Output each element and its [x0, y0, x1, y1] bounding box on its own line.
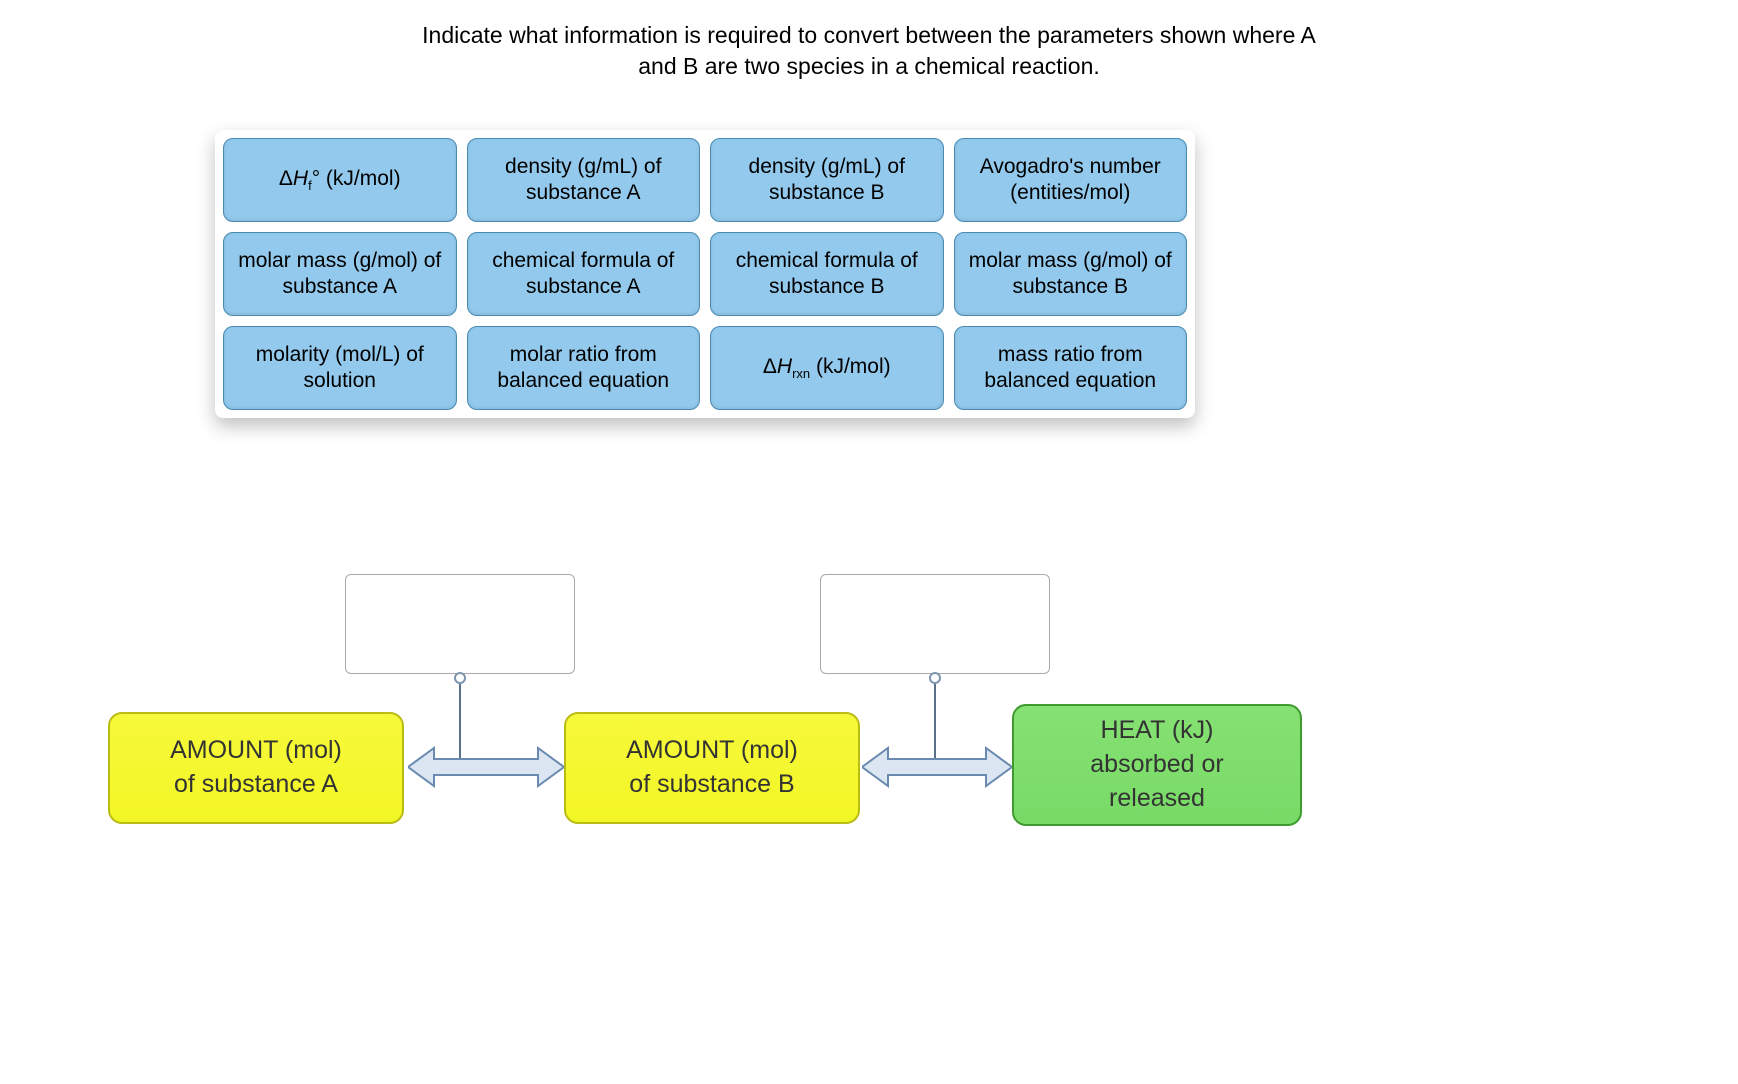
amount-b-box: AMOUNT (mol) of substance B — [564, 712, 860, 824]
choice-label: density (g/mL) of substance B — [721, 154, 933, 207]
drop-zone-1[interactable] — [345, 574, 575, 674]
choice-label: ΔHf° (kJ/mol) — [279, 166, 401, 194]
heat-line2: absorbed or — [1090, 750, 1223, 778]
choice-density-a[interactable]: density (g/mL) of substance A — [467, 138, 701, 222]
choices-grid: ΔHf° (kJ/mol) density (g/mL) of substanc… — [223, 138, 1187, 410]
choice-label: chemical formula of substance B — [721, 248, 933, 301]
choice-label: mass ratio from balanced equation — [965, 342, 1177, 395]
choice-label: ΔHrxn (kJ/mol) — [763, 354, 891, 382]
choice-label: molar mass (g/mol) of substance A — [234, 248, 446, 301]
question-line2: and B are two species in a chemical reac… — [638, 53, 1100, 79]
choice-label: molar ratio from balanced equation — [478, 342, 690, 395]
choice-label: chemical formula of substance A — [478, 248, 690, 301]
connector-pin-2 — [929, 672, 941, 684]
choice-density-b[interactable]: density (g/mL) of substance B — [710, 138, 944, 222]
choice-label: molarity (mol/L) of solution — [234, 342, 446, 395]
double-arrow-2 — [862, 736, 1012, 798]
choice-formula-a[interactable]: chemical formula of substance A — [467, 232, 701, 316]
connector-pin-1 — [454, 672, 466, 684]
amount-a-line2: of substance A — [174, 770, 338, 798]
choice-delta-hf[interactable]: ΔHf° (kJ/mol) — [223, 138, 457, 222]
amount-a-line1: AMOUNT (mol) — [170, 736, 342, 764]
amount-b-line1: AMOUNT (mol) — [626, 736, 798, 764]
choice-delta-hrxn[interactable]: ΔHrxn (kJ/mol) — [710, 326, 944, 410]
choice-molar-mass-a[interactable]: molar mass (g/mol) of substance A — [223, 232, 457, 316]
choice-avogadro[interactable]: Avogadro's number (entities/mol) — [954, 138, 1188, 222]
heat-line3: released — [1109, 784, 1205, 812]
double-arrow-1 — [408, 736, 564, 798]
choice-label: Avogadro's number (entities/mol) — [965, 154, 1177, 207]
amount-b-line2: of substance B — [629, 770, 794, 798]
choice-molar-ratio[interactable]: molar ratio from balanced equation — [467, 326, 701, 410]
choice-mass-ratio[interactable]: mass ratio from balanced equation — [954, 326, 1188, 410]
heat-box: HEAT (kJ) absorbed or released — [1012, 704, 1302, 826]
amount-a-box: AMOUNT (mol) of substance A — [108, 712, 404, 824]
choice-formula-b[interactable]: chemical formula of substance B — [710, 232, 944, 316]
drop-zone-2[interactable] — [820, 574, 1050, 674]
question-line1: Indicate what information is required to… — [422, 22, 1316, 48]
choice-label: density (g/mL) of substance A — [478, 154, 690, 207]
heat-line1: HEAT (kJ) — [1101, 716, 1214, 744]
choices-panel: ΔHf° (kJ/mol) density (g/mL) of substanc… — [215, 130, 1195, 418]
choice-molarity[interactable]: molarity (mol/L) of solution — [223, 326, 457, 410]
choice-molar-mass-b[interactable]: molar mass (g/mol) of substance B — [954, 232, 1188, 316]
choice-label: molar mass (g/mol) of substance B — [965, 248, 1177, 301]
question-text: Indicate what information is required to… — [0, 20, 1738, 82]
